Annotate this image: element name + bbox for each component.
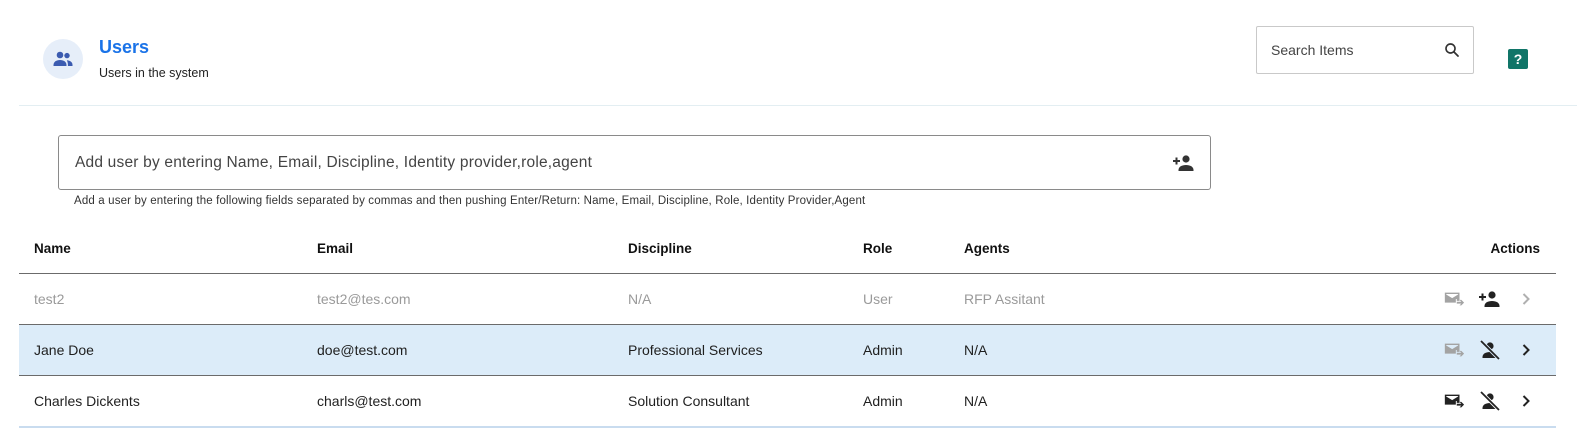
cell-email: doe@test.com xyxy=(302,324,613,376)
search-input[interactable] xyxy=(1269,41,1443,59)
table-row[interactable]: test2 test2@tes.com N/A User RFP Assitan… xyxy=(19,273,1556,325)
users-avatar xyxy=(43,39,83,79)
table-row[interactable]: Charles Dickents charls@test.com Solutio… xyxy=(19,375,1556,428)
users-group-icon xyxy=(53,51,73,66)
cell-actions xyxy=(1249,324,1556,376)
cell-name: Jane Doe xyxy=(19,324,302,376)
cell-name: Charles Dickents xyxy=(19,375,302,428)
search-icon[interactable] xyxy=(1443,41,1461,59)
users-table: Name Email Discipline Role Agents Action… xyxy=(19,223,1556,428)
cell-role: Admin xyxy=(848,375,949,428)
chevron-right-icon[interactable] xyxy=(1514,338,1538,362)
help-button[interactable]: ? xyxy=(1508,49,1528,69)
table-row[interactable]: Jane Doe doe@test.com Professional Servi… xyxy=(19,324,1556,376)
cell-agents: RFP Assitant xyxy=(949,273,1249,325)
cell-agents: N/A xyxy=(949,324,1249,376)
chevron-right-icon[interactable] xyxy=(1514,389,1538,413)
send-email-icon[interactable] xyxy=(1442,389,1466,413)
column-header-role[interactable]: Role xyxy=(848,223,949,274)
table-header-row: Name Email Discipline Role Agents Action… xyxy=(19,223,1556,274)
chevron-right-icon[interactable] xyxy=(1514,287,1538,311)
column-header-discipline[interactable]: Discipline xyxy=(613,223,848,274)
cell-actions xyxy=(1249,273,1556,325)
cell-discipline: N/A xyxy=(613,273,848,325)
cell-email: test2@tes.com xyxy=(302,273,613,325)
page-title: Users xyxy=(99,37,150,57)
add-user-icon[interactable] xyxy=(1478,287,1502,311)
search-box[interactable] xyxy=(1256,26,1474,74)
add-user-icon[interactable] xyxy=(1172,151,1196,175)
column-header-email[interactable]: Email xyxy=(302,223,613,274)
remove-user-icon[interactable] xyxy=(1478,389,1502,413)
cell-email: charls@test.com xyxy=(302,375,613,428)
cell-role: User xyxy=(848,273,949,325)
send-email-icon[interactable] xyxy=(1442,287,1466,311)
cell-discipline: Solution Consultant xyxy=(613,375,848,428)
cell-name: test2 xyxy=(19,273,302,325)
add-user-input[interactable] xyxy=(73,152,1172,173)
column-header-agents[interactable]: Agents xyxy=(949,223,1249,274)
cell-agents: N/A xyxy=(949,375,1249,428)
column-header-actions: Actions xyxy=(1249,223,1556,274)
add-user-hint: Add a user by entering the following fie… xyxy=(74,195,866,207)
page-subtitle: Users in the system xyxy=(99,66,209,80)
remove-user-icon[interactable] xyxy=(1478,338,1502,362)
cell-role: Admin xyxy=(848,324,949,376)
add-user-field-wrapper[interactable] xyxy=(58,135,1211,190)
send-email-icon[interactable] xyxy=(1442,338,1466,362)
cell-actions xyxy=(1249,375,1556,428)
cell-discipline: Professional Services xyxy=(613,324,848,376)
column-header-name[interactable]: Name xyxy=(19,223,302,274)
